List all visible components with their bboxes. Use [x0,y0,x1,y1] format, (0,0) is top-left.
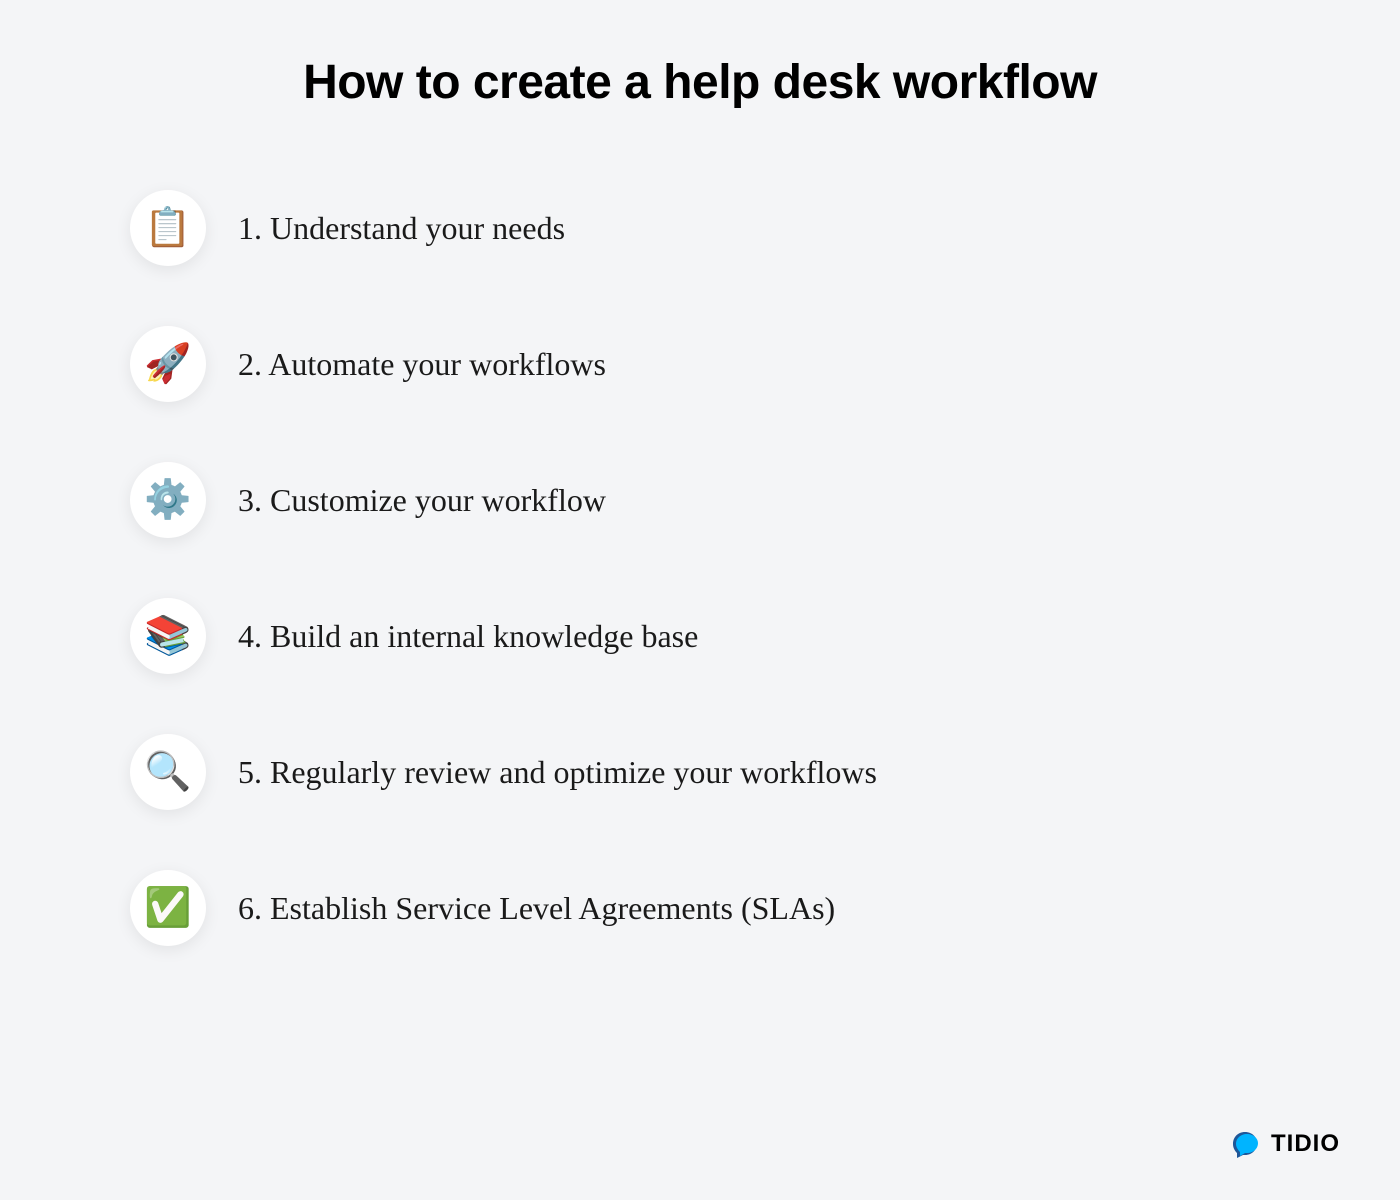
step-label: 5. Regularly review and optimize your wo… [238,754,877,791]
steps-list: 📋 1. Understand your needs 🚀 2. Automate… [0,190,1400,946]
step-item: 🚀 2. Automate your workflows [130,326,1400,402]
step-item: 🔍 5. Regularly review and optimize your … [130,734,1400,810]
brand-logo: TIDIO [1229,1128,1340,1160]
step-label: 4. Build an internal knowledge base [238,618,698,655]
checkmark-icon: ✅ [144,889,191,927]
step-label: 1. Understand your needs [238,210,565,247]
clipboard-icon: 📋 [144,209,191,247]
step-item: 📚 4. Build an internal knowledge base [130,598,1400,674]
page-title: How to create a help desk workflow [0,0,1400,110]
step-icon-circle: 📋 [130,190,206,266]
magnifying-glass-icon: 🔍 [144,753,191,791]
step-icon-circle: 🔍 [130,734,206,810]
step-label: 2. Automate your workflows [238,346,606,383]
gear-icon: ⚙️ [144,481,191,519]
brand-name: TIDIO [1271,1130,1340,1158]
step-icon-circle: 🚀 [130,326,206,402]
step-label: 6. Establish Service Level Agreements (S… [238,890,835,927]
step-icon-circle: 📚 [130,598,206,674]
step-label: 3. Customize your workflow [238,482,606,519]
step-icon-circle: ⚙️ [130,462,206,538]
books-icon: 📚 [144,617,191,655]
rocket-icon: 🚀 [144,345,191,383]
step-icon-circle: ✅ [130,870,206,946]
step-item: 📋 1. Understand your needs [130,190,1400,266]
step-item: ⚙️ 3. Customize your workflow [130,462,1400,538]
step-item: ✅ 6. Establish Service Level Agreements … [130,870,1400,946]
tidio-logo-icon [1229,1128,1261,1160]
